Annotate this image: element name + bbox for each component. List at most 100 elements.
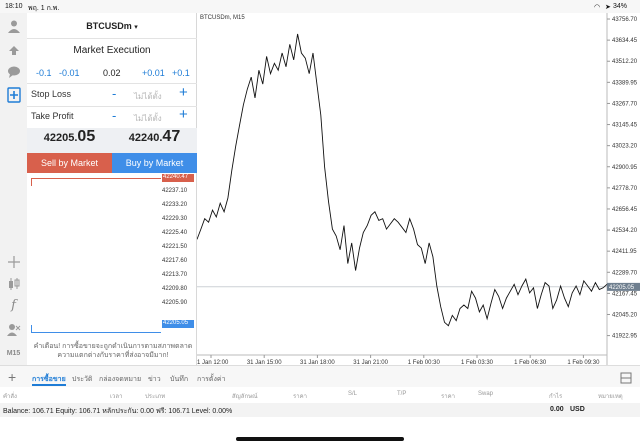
bid-price: 42205.05	[27, 128, 112, 153]
objects-icon[interactable]	[5, 320, 22, 337]
balance-row: Balance: 106.71 Equity: 106.71 หลักประกั…	[0, 403, 640, 417]
active-tab-underline	[32, 384, 66, 386]
stop-loss-plus-button[interactable]: +	[179, 84, 188, 101]
price-tick-label: 43756.70	[612, 17, 638, 23]
price-tick-label: 43145.45	[612, 123, 638, 129]
price-tick-label: 41922.95	[612, 334, 638, 340]
left-toolbar: f M15	[0, 13, 27, 365]
symbol-selector[interactable]: BTCUSDm ▾	[27, 21, 197, 31]
ask-level-tag: 42240.47	[162, 174, 194, 182]
col-tp: T/P	[397, 391, 407, 397]
trade-table-header: คำสั่ง เวลา ประเภท สัญลักษณ์ ราคา S/L T/…	[0, 387, 640, 401]
bid-price-main: 42205.	[43, 132, 78, 144]
battery-percent: 34%	[613, 3, 628, 10]
divider	[27, 38, 197, 39]
col-symbol: สัญลักษณ์	[232, 394, 258, 400]
col-current-price: ราคา	[441, 394, 455, 400]
lot-minus-0-1[interactable]: -0.1	[36, 68, 52, 78]
ladder-price-label: 42225.40	[162, 230, 188, 236]
wifi-icon: ◠	[594, 4, 601, 11]
price-tick-label: 43634.45	[612, 38, 638, 44]
timeframe-button[interactable]: M15	[0, 350, 27, 357]
tab-history[interactable]: ประวัติ	[72, 374, 92, 385]
take-profit-label: Take Profit	[31, 111, 74, 121]
crosshair-icon[interactable]	[5, 253, 22, 270]
status-time: 18:10	[5, 3, 23, 10]
price-tick-label: 43267.70	[612, 101, 638, 107]
col-swap: Swap	[478, 391, 494, 397]
tab-journal[interactable]: บันทึก	[170, 374, 188, 385]
bid-price-pips: 05	[77, 128, 96, 145]
candles-icon[interactable]	[5, 275, 22, 292]
trade-arrows-icon[interactable]	[5, 40, 22, 57]
account-icon[interactable]	[5, 17, 22, 34]
col-type: ประเภท	[145, 394, 166, 400]
home-indicator	[236, 437, 404, 441]
price-tick-label: 42045.20	[612, 312, 638, 318]
lot-plus-0-1[interactable]: +0.1	[172, 68, 190, 78]
price-tick-label: 42534.20	[612, 228, 638, 234]
execution-warning: คำเตือน! การซื้อขายจะถูกดำเนินการตามสภาพ…	[31, 342, 195, 360]
col-profit: กำไร	[549, 394, 563, 400]
bid-level-tag: 42205.05	[162, 320, 194, 328]
warning-line-1: คำเตือน! การซื้อขายจะถูกดำเนินการตามสภาพ…	[33, 343, 193, 350]
take-profit-plus-button[interactable]: +	[179, 106, 188, 123]
balance-profit: 0.00	[550, 406, 564, 413]
stop-loss-input[interactable]: ไม่ได้ตั้ง	[134, 90, 162, 103]
price-tick-label: 43023.20	[612, 144, 638, 150]
ask-price-pips: 47	[162, 128, 181, 145]
ladder-price-label: 42213.70	[162, 272, 188, 278]
buy-by-market-button[interactable]: Buy by Market	[112, 153, 197, 173]
chat-icon[interactable]	[5, 63, 22, 80]
price-tick-label: 42411.95	[612, 249, 637, 255]
price-series-line	[197, 33, 608, 327]
ladder-price-label: 42217.60	[162, 258, 188, 264]
chart-canvas[interactable]: 43756.70 43634.45 43512.20 43389.95 43267.70…	[197, 13, 640, 365]
tab-mailbox[interactable]: กล่องจดหมาย	[99, 374, 141, 385]
lot-plus-0-01[interactable]: +0.01	[142, 68, 165, 78]
ladder-price-label: 42221.50	[162, 244, 188, 250]
stop-loss-minus-button[interactable]: -	[112, 86, 116, 101]
status-bar: 18:10 พฤ. 1 ก.พ. ◠ ➤ 34%	[0, 0, 640, 13]
ladder-price-label: 42229.30	[162, 216, 188, 222]
ladder-price-label: 42205.90	[162, 300, 188, 306]
ladder-price-label: 42233.20	[162, 202, 188, 208]
stop-loss-label: Stop Loss	[31, 89, 72, 99]
take-profit-input[interactable]: ไม่ได้ตั้ง	[134, 112, 162, 125]
new-order-icon[interactable]	[5, 86, 22, 103]
ask-level-line	[31, 178, 161, 186]
location-icon: ➤	[605, 4, 611, 11]
bottom-tabs-bar: + การซื้อขาย ประวัติ กล่องจดหมาย ข่าว บั…	[0, 365, 640, 387]
divider	[27, 83, 197, 84]
lot-minus-0-01[interactable]: -0.01	[59, 68, 80, 78]
indicators-icon[interactable]: f	[5, 297, 22, 314]
bid-level-line	[31, 325, 161, 333]
warning-line-2: ความแตกต่างกับราคาที่ส่งอาจมีมาก!	[57, 352, 169, 359]
order-panel: BTCUSDm ▾ Market Execution -0.1 -0.01 0.…	[27, 13, 197, 365]
current-price-label: 42205.05	[609, 285, 635, 291]
price-chart[interactable]: BTCUSDm, M15 43756.70 43634.45 43512.20 433…	[197, 13, 640, 365]
chevron-down-icon: ▾	[134, 24, 138, 31]
symbol-name: BTCUSDm	[86, 21, 132, 31]
price-tick-label: 42656.45	[612, 207, 638, 213]
col-time: เวลา	[110, 394, 123, 400]
price-tick-label: 42167.45	[612, 291, 638, 297]
ask-price-main: 42240.	[128, 132, 163, 144]
ladder-price-label: 42237.10	[162, 188, 188, 194]
ladder-price-label: 42209.80	[162, 286, 188, 292]
col-order: คำสั่ง	[3, 394, 17, 400]
divider	[27, 106, 197, 107]
price-tick-label: 42289.70	[612, 270, 638, 276]
tab-news[interactable]: ข่าว	[148, 374, 161, 385]
col-price: ราคา	[293, 394, 307, 400]
ask-price: 42240.47	[112, 128, 197, 153]
balance-currency: USD	[570, 406, 585, 413]
lot-volume-input[interactable]: 0.02	[103, 68, 121, 78]
col-comment: หมายเหตุ	[598, 394, 623, 400]
execution-type[interactable]: Market Execution	[27, 45, 197, 56]
price-tick-label: 43512.20	[612, 59, 638, 65]
add-icon[interactable]: +	[8, 369, 16, 385]
sell-by-market-button[interactable]: Sell by Market	[27, 153, 112, 173]
tab-settings[interactable]: การตั้งค่า	[197, 374, 226, 385]
take-profit-minus-button[interactable]: -	[112, 108, 116, 123]
